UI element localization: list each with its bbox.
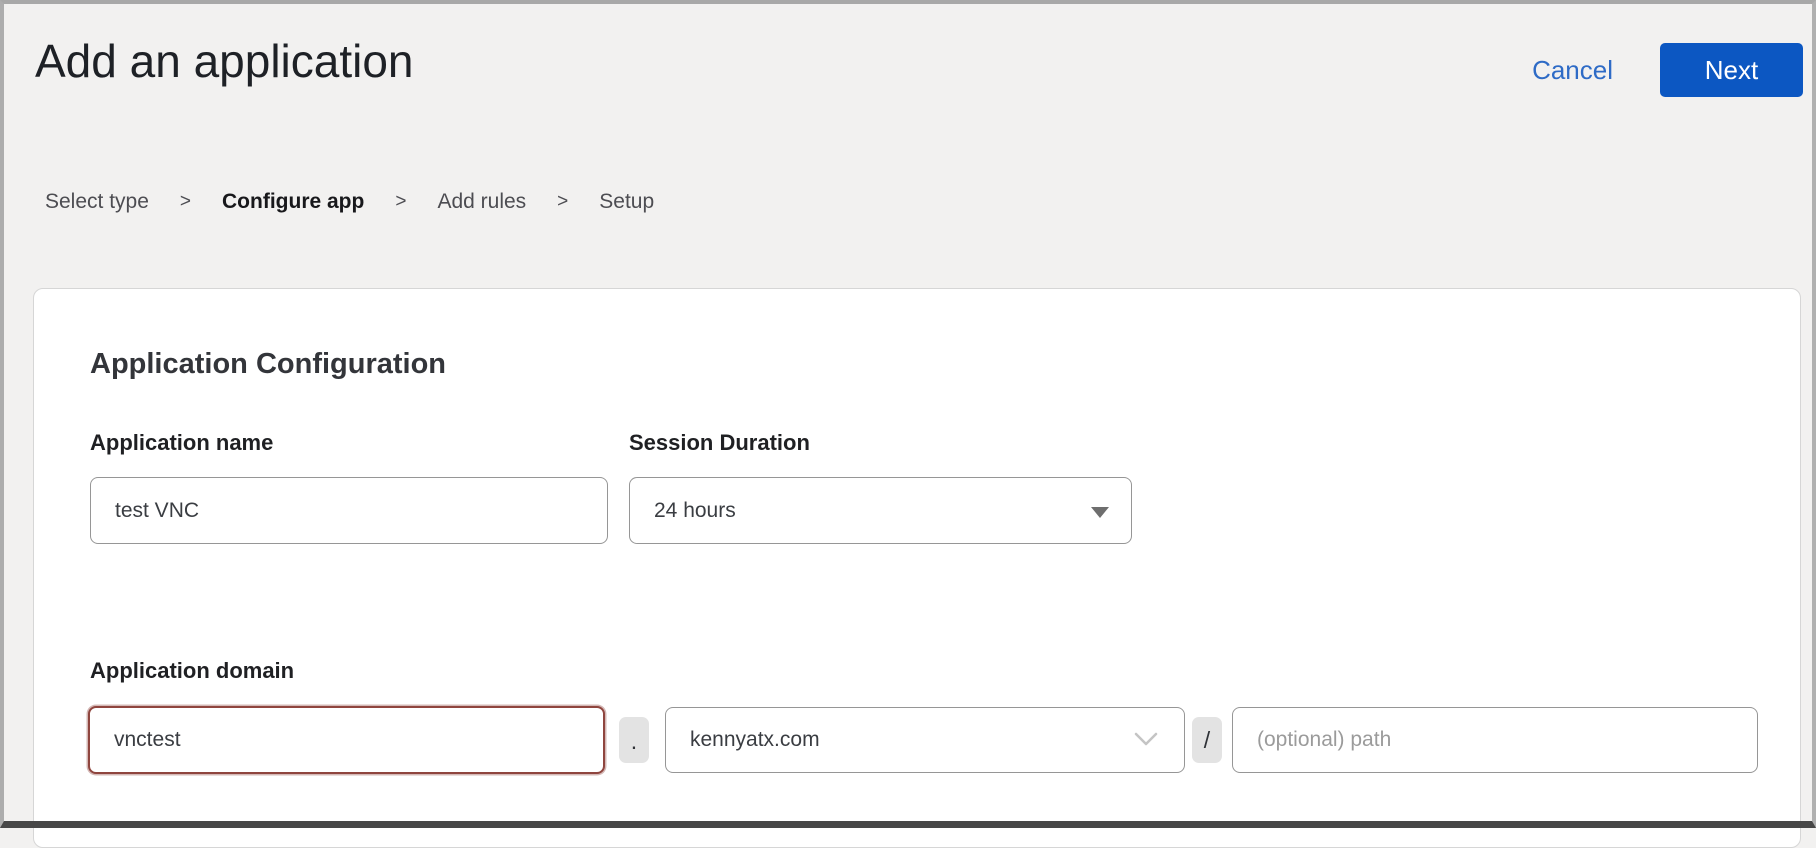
caret-down-icon: [1091, 507, 1109, 518]
breadcrumb-step-setup[interactable]: Setup: [599, 190, 654, 214]
application-domain-label: Application domain: [90, 658, 294, 684]
breadcrumb-separator: >: [557, 191, 568, 213]
session-duration-select[interactable]: 24 hours: [629, 477, 1132, 544]
breadcrumb-step-configure-app[interactable]: Configure app: [222, 190, 364, 214]
breadcrumb-separator: >: [395, 191, 406, 213]
breadcrumb-step-select-type[interactable]: Select type: [45, 190, 149, 214]
cancel-button[interactable]: Cancel: [1532, 55, 1613, 86]
path-input[interactable]: [1232, 707, 1758, 773]
domain-select[interactable]: kennyatx.com: [665, 707, 1185, 773]
breadcrumb: Select type > Configure app > Add rules …: [45, 190, 654, 214]
next-button[interactable]: Next: [1660, 43, 1803, 97]
chevron-down-icon: [1134, 728, 1158, 752]
session-duration-label: Session Duration: [629, 430, 810, 456]
header-actions: Cancel Next: [1532, 43, 1803, 97]
application-name-input[interactable]: [90, 477, 608, 544]
section-title: Application Configuration: [90, 348, 446, 381]
domain-slash-separator: /: [1192, 717, 1222, 763]
session-duration-value: 24 hours: [654, 499, 736, 523]
breadcrumb-step-add-rules[interactable]: Add rules: [437, 190, 526, 214]
domain-select-value: kennyatx.com: [690, 728, 820, 752]
breadcrumb-separator: >: [180, 191, 191, 213]
page-title: Add an application: [35, 34, 414, 88]
subdomain-input[interactable]: [88, 706, 605, 774]
application-name-label: Application name: [90, 430, 273, 456]
page-background: Add an application Cancel Next Select ty…: [0, 0, 1816, 828]
domain-dot-separator: .: [619, 717, 649, 763]
